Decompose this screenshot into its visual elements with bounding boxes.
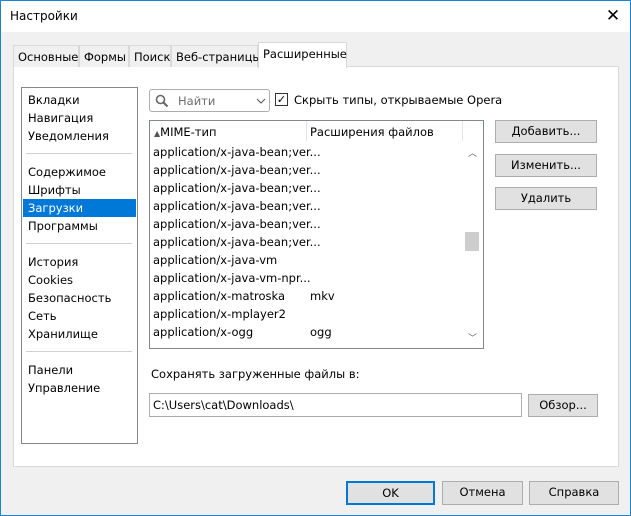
table-row[interactable]: application/x-java-bean;ver... <box>153 197 463 215</box>
download-path-input[interactable]: C:\Users\cat\Downloads\ <box>149 393 522 417</box>
table-row[interactable]: application/x-java-bean;ver... <box>153 233 463 251</box>
tab-advanced[interactable]: Расширенные <box>258 42 347 68</box>
help-button[interactable]: Справка <box>529 481 619 505</box>
divider <box>26 153 132 154</box>
mime-type-cell: application/x-java-bean;ver... <box>153 145 321 159</box>
sidebar-item-fonts[interactable]: Шрифты <box>26 181 136 199</box>
sidebar-item-downloads[interactable]: Загрузки <box>23 199 136 217</box>
search-icon <box>155 94 169 108</box>
mime-type-cell: application/x-mplayer2 <box>153 307 286 321</box>
column-header-extensions[interactable]: Расширения файлов <box>307 121 463 141</box>
tab-search[interactable]: Поиск <box>129 45 171 67</box>
ok-button[interactable]: OK <box>346 481 435 505</box>
column-label: MIME-тип <box>160 125 217 139</box>
table-row[interactable]: application/x-matroska mkv <box>153 287 463 305</box>
sidebar-item-navigation[interactable]: Навигация <box>26 109 136 127</box>
mime-type-cell: application/x-java-bean;ver... <box>153 199 321 213</box>
tab-basic[interactable]: Основные <box>13 45 79 67</box>
sidebar-item-content[interactable]: Содержимое <box>26 163 136 181</box>
table-row[interactable]: application/x-java-bean;ver... <box>153 215 463 233</box>
search-input[interactable]: Найти <box>149 89 270 112</box>
mime-type-cell: application/x-java-vm <box>153 253 278 267</box>
delete-button[interactable]: Удалить <box>495 187 597 210</box>
scrollbar-thumb[interactable] <box>465 232 479 251</box>
scroll-up-icon[interactable]: ︿ <box>468 146 477 159</box>
search-placeholder: Найти <box>178 94 216 108</box>
divider <box>26 351 132 352</box>
column-header-mime[interactable]: ▲MIME-тип <box>150 121 307 141</box>
sidebar-item-panels[interactable]: Панели <box>26 361 136 379</box>
mime-type-cell: application/x-ogg <box>153 325 254 339</box>
sidebar-item-tabs[interactable]: Вкладки <box>26 91 136 109</box>
hide-types-label[interactable]: Скрыть типы, открываемые Opera <box>294 93 502 107</box>
extension-cell: mkv <box>310 289 335 303</box>
scrollbar[interactable]: ︿ ﹀ <box>463 141 481 348</box>
sidebar-item-network[interactable]: Сеть <box>26 307 136 325</box>
table-row[interactable]: application/x-ogg ogg <box>153 323 463 341</box>
mime-type-cell: application/x-java-bean;ver... <box>153 217 321 231</box>
table-row[interactable]: application/x-java-vm-npr... <box>153 269 463 287</box>
table-row[interactable]: application/x-java-vm <box>153 251 463 269</box>
mime-type-cell: application/x-java-vm-npr... <box>153 271 311 285</box>
download-folder-label: Сохранять загруженные файлы в: <box>151 367 360 381</box>
tab-webpages[interactable]: Веб-страницы <box>171 45 261 67</box>
table-row[interactable] <box>153 341 463 348</box>
sidebar-item-history[interactable]: История <box>26 253 136 271</box>
sidebar-list: Вкладки Навигация Уведомления Содержимое… <box>21 87 138 444</box>
table-row[interactable]: application/x-java-bean;ver... <box>153 143 463 161</box>
close-icon[interactable]: ✕ <box>601 5 625 27</box>
table-row[interactable]: application/x-java-bean;ver... <box>153 161 463 179</box>
sidebar-item-management[interactable]: Управление <box>26 379 136 397</box>
hide-types-checkbox[interactable]: ✓ <box>275 93 288 106</box>
extension-cell: ogg <box>310 325 332 339</box>
table-row[interactable]: application/x-mplayer2 <box>153 305 463 323</box>
table-row[interactable]: application/x-java-bean;ver... <box>153 179 463 197</box>
tab-forms[interactable]: Формы <box>79 45 129 67</box>
mime-type-cell: application/x-matroska <box>153 289 286 303</box>
cancel-button[interactable]: Отмена <box>442 481 523 505</box>
mime-type-cell: application/x-java-bean;ver... <box>153 181 321 195</box>
scroll-down-icon[interactable]: ﹀ <box>468 331 477 344</box>
window-title: Настройки <box>10 9 78 23</box>
sidebar-item-cookies[interactable]: Cookies <box>26 271 136 289</box>
sidebar-item-storage[interactable]: Хранилище <box>26 325 136 343</box>
mime-type-cell: application/x-java-bean;ver... <box>153 235 321 249</box>
divider <box>26 243 132 244</box>
edit-button[interactable]: Изменить... <box>495 154 597 177</box>
mime-type-cell: application/x-java-bean;ver... <box>153 163 321 177</box>
sidebar-item-notifications[interactable]: Уведомления <box>26 127 136 145</box>
sidebar-item-security[interactable]: Безопасность <box>26 289 136 307</box>
mime-table: ▲MIME-тип Расширения файлов application/… <box>149 120 484 349</box>
chevron-down-icon[interactable] <box>256 98 266 104</box>
sidebar-item-programs[interactable]: Программы <box>26 217 136 235</box>
title-bar <box>1 1 630 32</box>
add-button[interactable]: Добавить... <box>495 120 597 143</box>
browse-button[interactable]: Обзор... <box>528 394 598 417</box>
